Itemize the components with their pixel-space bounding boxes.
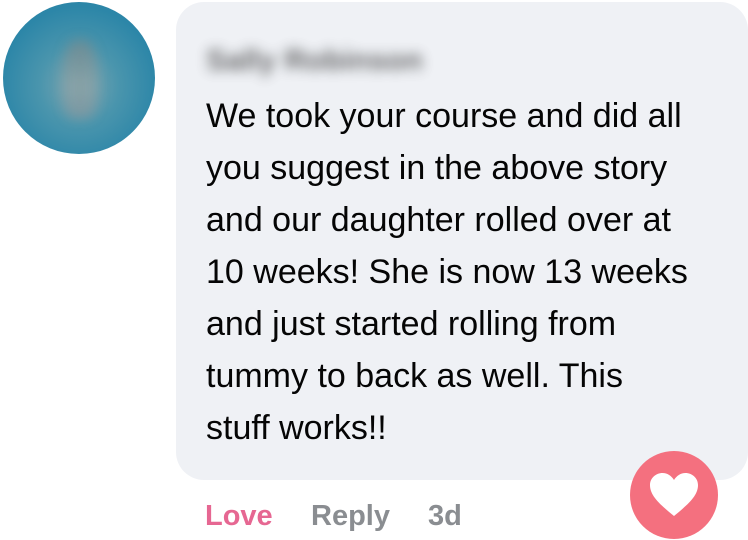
- comment-text-line: you suggest in the above story: [206, 149, 668, 187]
- comment-bubble: Sally Robinson We took your course and d…: [176, 2, 748, 480]
- comment-author-name[interactable]: Sally Robinson: [206, 44, 423, 78]
- comment-text: We took your course and did all you sugg…: [206, 90, 726, 454]
- avatar[interactable]: [3, 2, 155, 154]
- comment-text-line: stuff works!!: [206, 409, 387, 447]
- avatar-photo-figure: [63, 40, 97, 118]
- comment-text-line: and just started rolling from: [206, 305, 617, 343]
- reaction-badge[interactable]: [630, 451, 718, 539]
- comment-text-line: 10 weeks! She is now 13 weeks: [206, 253, 688, 291]
- comment-text-line: and our daughter rolled over at: [206, 201, 671, 239]
- comment-text-line: We took your course and did all: [206, 97, 682, 135]
- heart-icon: [650, 473, 698, 516]
- comment-timestamp[interactable]: 3d: [428, 500, 462, 533]
- comment-text-line: tummy to back as well. This: [206, 357, 623, 395]
- reply-link[interactable]: Reply: [311, 500, 390, 533]
- love-reaction-link[interactable]: Love: [205, 500, 273, 533]
